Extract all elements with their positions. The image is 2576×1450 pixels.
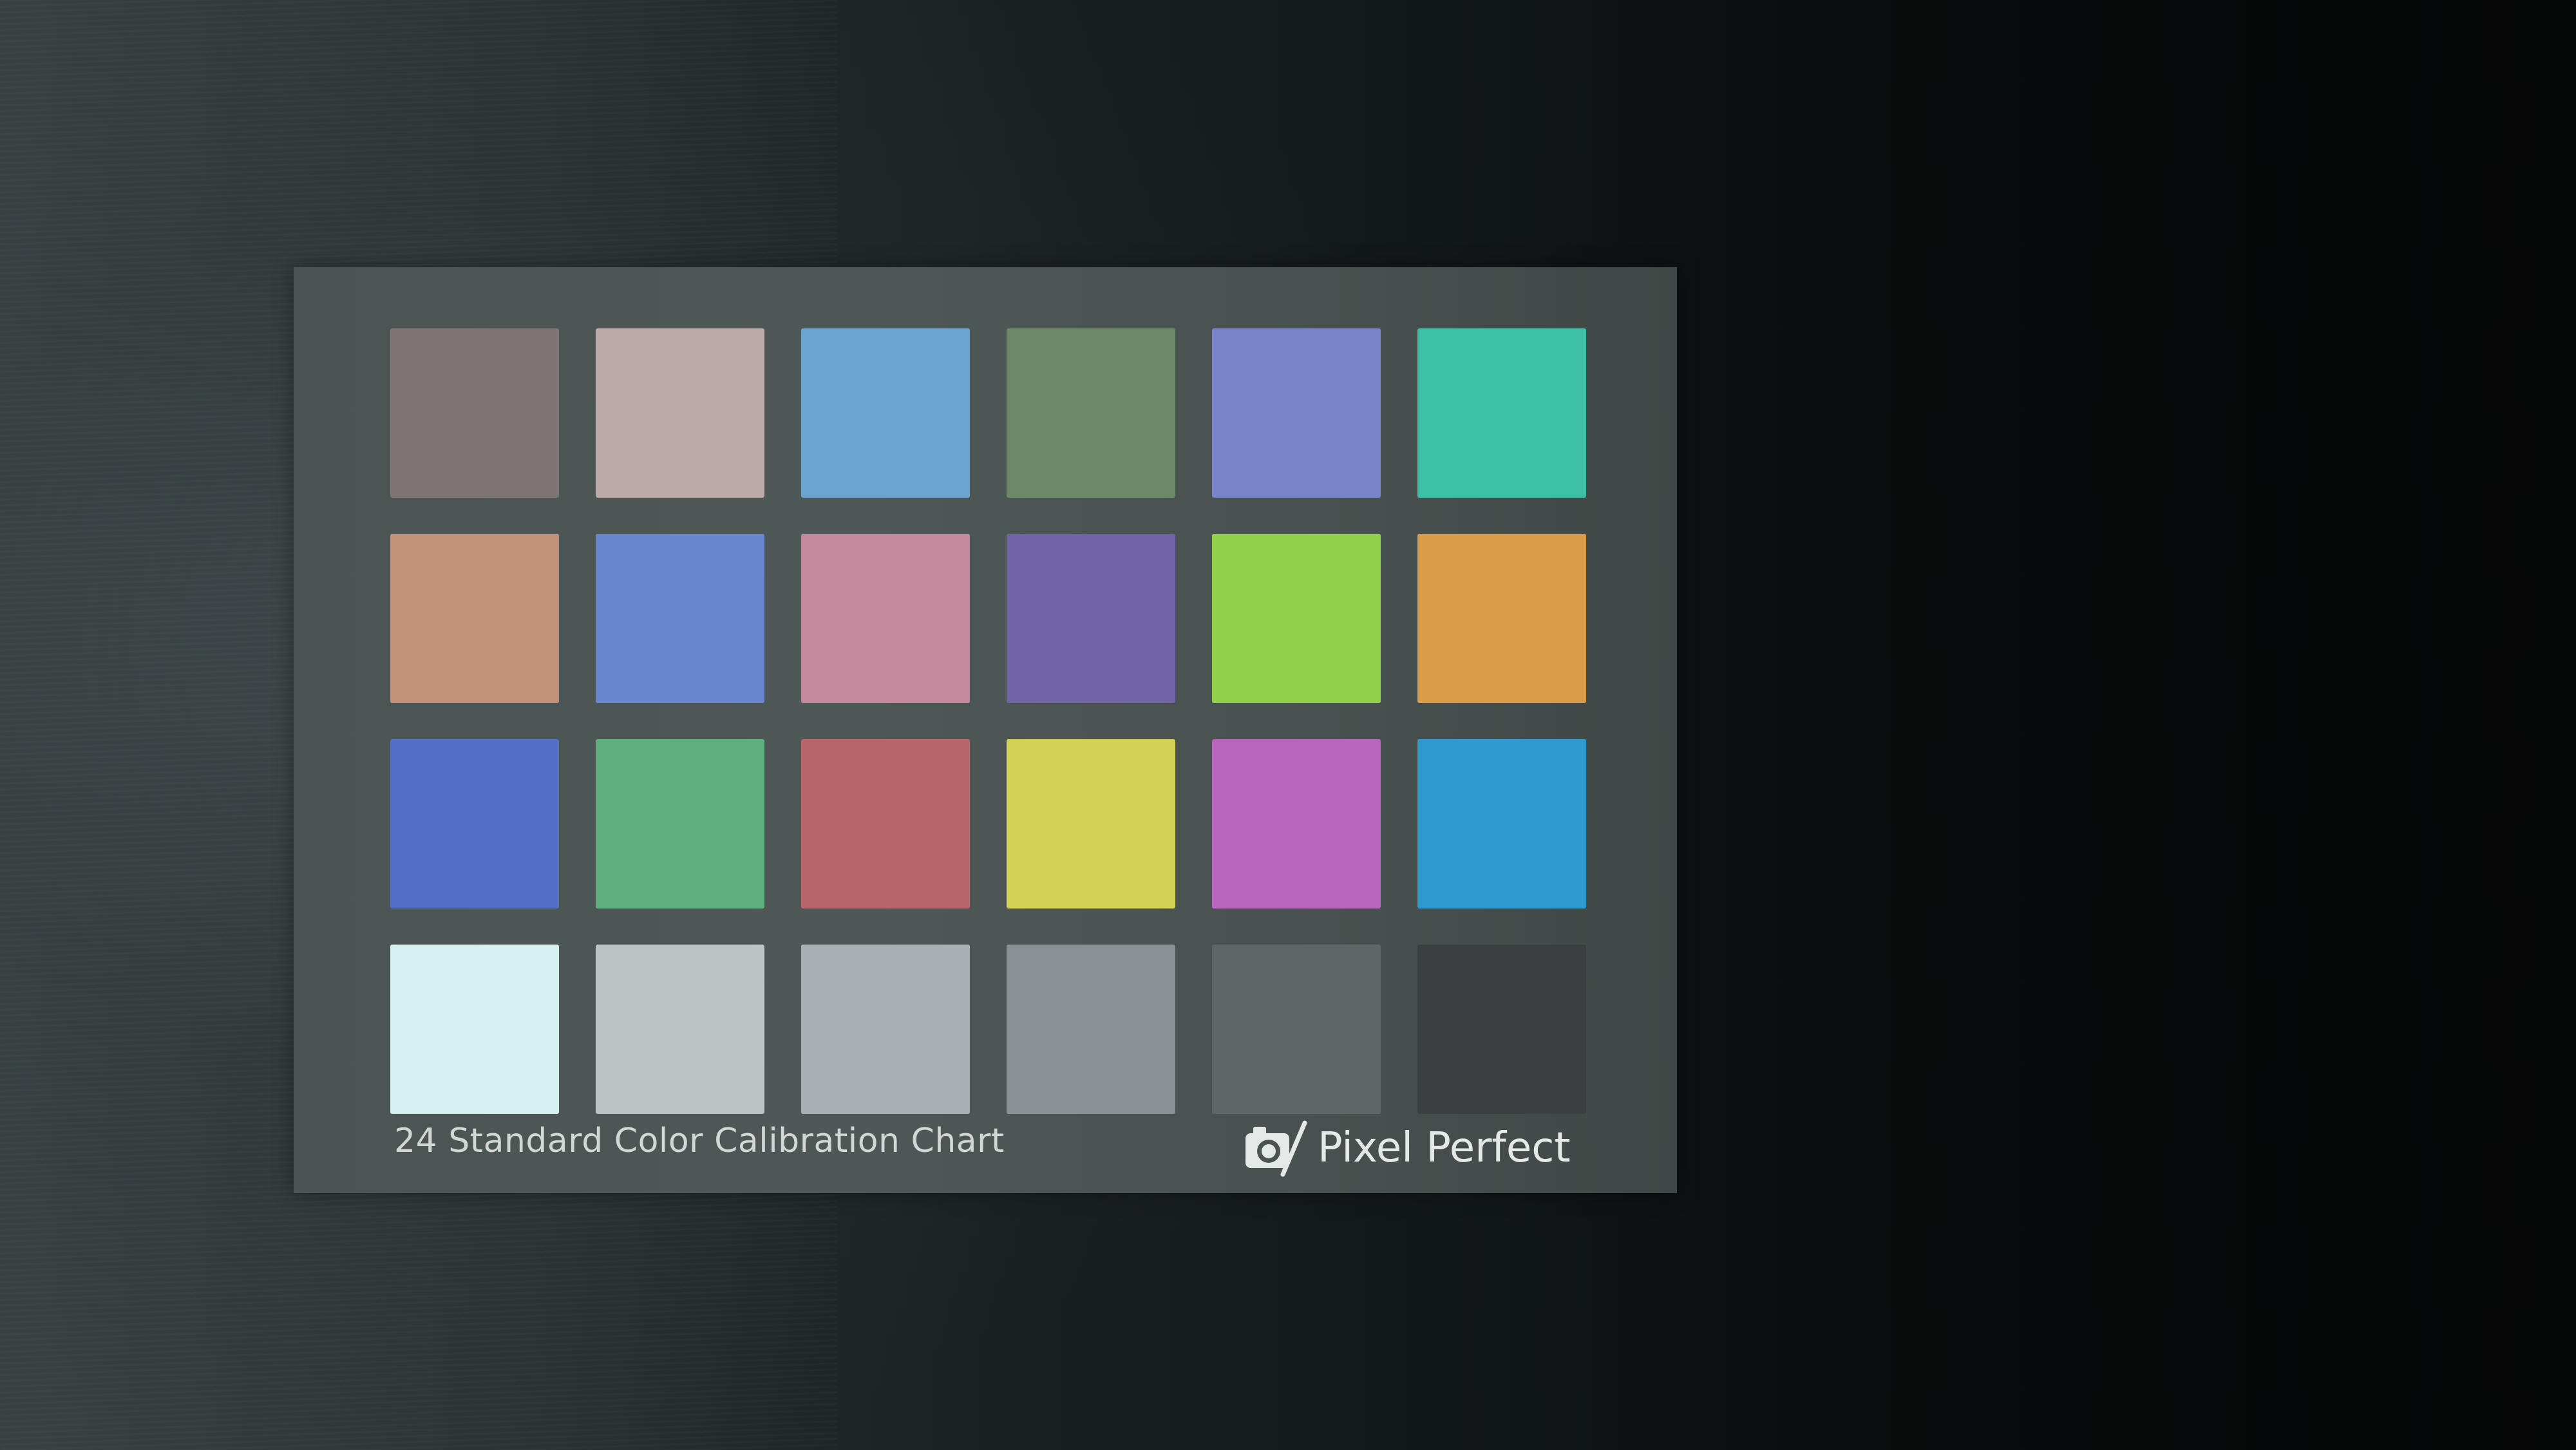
color-swatch	[1417, 739, 1586, 909]
color-swatch	[1212, 328, 1381, 498]
color-swatch	[596, 328, 764, 498]
color-swatch	[1212, 945, 1381, 1114]
camera-slash-icon	[1245, 1120, 1307, 1177]
color-swatch	[596, 739, 764, 909]
color-swatch	[1417, 945, 1586, 1114]
color-swatch	[801, 739, 970, 909]
color-swatch	[390, 534, 559, 703]
color-swatch	[1212, 534, 1381, 703]
color-swatch	[596, 534, 764, 703]
color-swatch	[801, 945, 970, 1114]
color-swatch	[1212, 739, 1381, 909]
color-swatch	[1007, 328, 1175, 498]
color-swatch	[1007, 534, 1175, 703]
color-swatch	[801, 328, 970, 498]
color-swatch	[801, 534, 970, 703]
color-swatch	[390, 945, 559, 1114]
chart-caption: 24 Standard Color Calibration Chart	[394, 1122, 1005, 1160]
color-swatch	[1417, 328, 1586, 498]
brand-name: Pixel Perfect	[1318, 1124, 1571, 1172]
color-swatch	[1007, 739, 1175, 909]
color-swatch	[390, 328, 559, 498]
color-swatch	[1007, 945, 1175, 1114]
color-swatch	[390, 739, 559, 909]
brand-logo: Pixel Perfect	[1243, 1119, 1571, 1177]
color-swatch	[1417, 534, 1586, 703]
color-swatch	[596, 945, 764, 1114]
